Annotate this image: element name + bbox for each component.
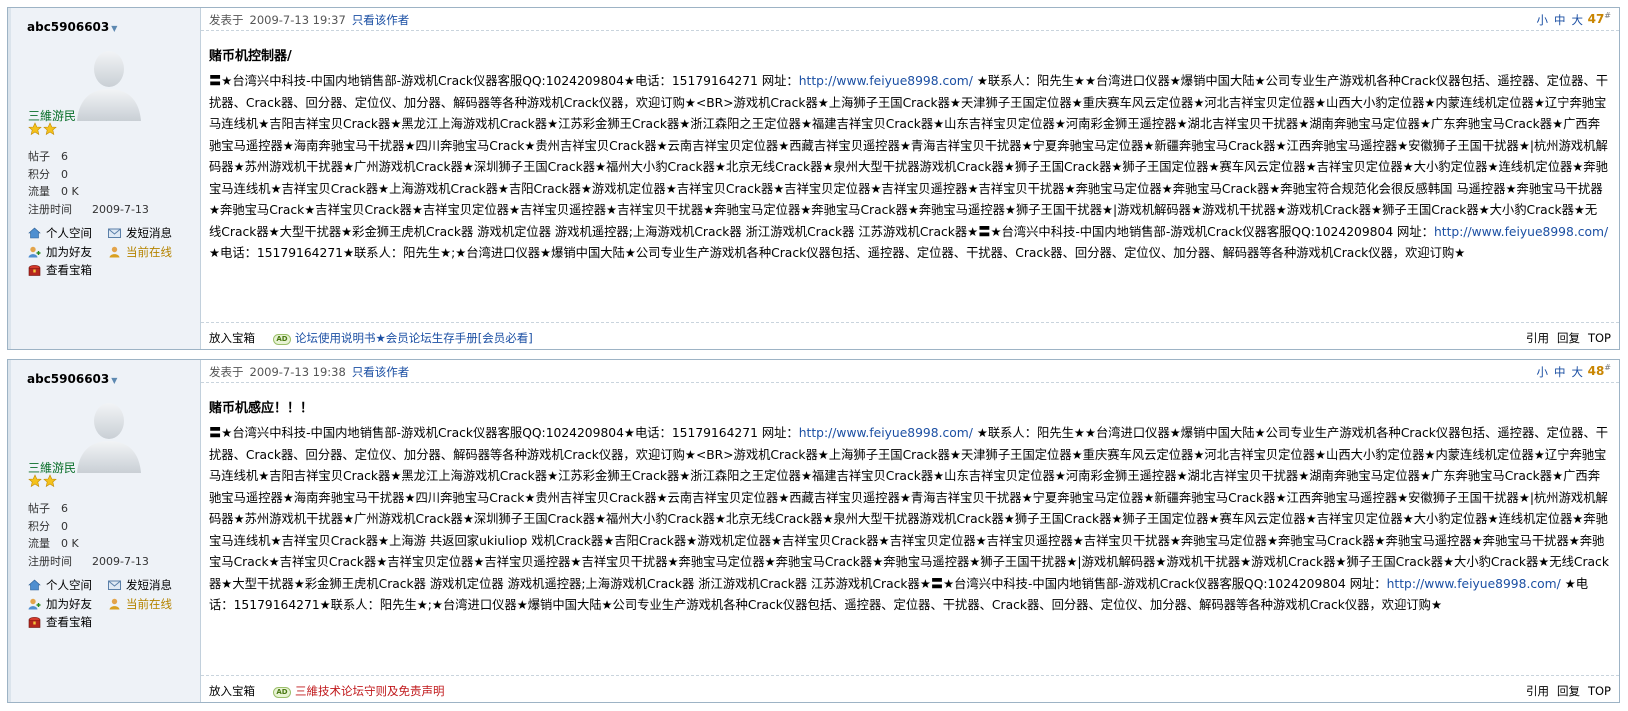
author-sidebar: abc5906603 ▼ 三維游民 帖子 6 积分 0 流量 0 K 注册时间 2009-… — [8, 8, 201, 349]
posted-label: 发表于 — [209, 365, 244, 379]
send-pm-link[interactable]: 发短消息 — [108, 224, 188, 243]
website-link[interactable]: http://www.feiyue8998.com/ — [1434, 225, 1608, 239]
user-actions: 个人空间 发短消息 加为好友 当前在线 查看宝箱 — [28, 224, 188, 280]
post-title: 赌币机感应！！！ — [209, 401, 314, 416]
floor-number[interactable]: 47# — [1588, 11, 1611, 26]
only-this-author-link[interactable]: 只看该作者 — [352, 13, 410, 27]
add-friend-icon — [28, 246, 41, 258]
website-link[interactable]: http://www.feiyue8998.com/ — [799, 426, 973, 440]
ad-link[interactable]: 三維技术论坛守则及免责声明 — [295, 684, 445, 698]
font-size-switcher: 小中大 — [1531, 12, 1584, 28]
send-pm-link[interactable]: 发短消息 — [108, 576, 188, 595]
font-large-link[interactable]: 大 — [1572, 13, 1584, 27]
add-friend-icon — [28, 598, 41, 610]
reply-button[interactable]: 回复 — [1557, 331, 1580, 345]
rank-stars-icon — [28, 474, 57, 488]
post-main: 发表于 2009-7-13 19:37 只看该作者 小中大 47# 赌币机控制器/ … — [201, 8, 1619, 349]
home-icon — [28, 579, 41, 591]
reply-button[interactable]: 回复 — [1557, 684, 1580, 698]
post-content: 〓★台湾兴中科技-中国内地销售部-游戏机Crack仪器客服QQ:10242098… — [209, 426, 1609, 612]
post-meta: 发表于 2009-7-13 19:37 只看该作者 小中大 47# — [201, 8, 1619, 31]
stat-credits: 积分 0 — [28, 167, 68, 181]
avatar[interactable] — [73, 45, 145, 121]
view-treasure-link[interactable]: 查看宝箱 — [28, 613, 138, 632]
add-friend-link[interactable]: 加为好友 — [28, 243, 108, 262]
user-stats: 帖子 6 积分 0 流量 0 K 注册时间 2009-7-13 — [28, 148, 149, 218]
treasure-chest-icon — [28, 617, 41, 629]
posted-label: 发表于 — [209, 13, 244, 27]
floor-hash: # — [1604, 11, 1611, 20]
stat-register-date: 注册时间 2009-7-13 — [28, 554, 149, 568]
website-link[interactable]: http://www.feiyue8998.com/ — [1387, 577, 1561, 591]
online-user-icon — [109, 246, 120, 258]
chevron-down-icon[interactable]: ▼ — [111, 24, 117, 33]
stat-traffic: 流量 0 K — [28, 185, 79, 198]
post-date: 2009-7-13 19:37 — [249, 13, 346, 27]
user-stats: 帖子 6 积分 0 流量 0 K 注册时间 2009-7-13 — [28, 500, 149, 570]
ad-badge: AD — [273, 687, 291, 698]
home-icon — [28, 227, 41, 239]
post-main: 发表于 2009-7-13 19:38 只看该作者 小中大 48# 赌币机感应！！！… — [201, 360, 1619, 702]
rank-stars-icon — [28, 122, 57, 136]
add-to-treasure-button[interactable]: 放入宝箱 — [209, 331, 255, 345]
personal-space-link[interactable]: 个人空间 — [28, 576, 108, 595]
floor-hash: # — [1604, 363, 1611, 372]
font-small-link[interactable]: 小 — [1537, 365, 1549, 379]
floor-number[interactable]: 48# — [1588, 363, 1611, 378]
ad-link[interactable]: 论坛使用说明书★会员论坛生存手册[会员必看] — [295, 331, 533, 345]
top-button[interactable]: TOP — [1588, 684, 1611, 698]
post-footer: 放入宝箱 AD 三維技术论坛守则及免责声明 引用 回复 TOP — [201, 675, 1619, 702]
post-footer: 放入宝箱 AD 论坛使用说明书★会员论坛生存手册[会员必看] 引用 回复 TOP — [201, 322, 1619, 349]
ad-badge: AD — [273, 334, 291, 345]
top-button[interactable]: TOP — [1588, 331, 1611, 345]
online-status: 当前在线 — [108, 595, 188, 614]
post-47: abc5906603 ▼ 三維游民 帖子 6 积分 0 流量 0 K 注册时间 2009-… — [7, 7, 1620, 350]
author-sidebar: abc5906603 ▼ 三維游民 帖子 6 积分 0 流量 0 K 注册时间 2009-… — [8, 360, 201, 702]
stat-posts: 帖子 6 — [28, 150, 68, 163]
only-this-author-link[interactable]: 只看该作者 — [352, 365, 410, 379]
stat-posts: 帖子 6 — [28, 502, 68, 515]
post-date: 2009-7-13 19:38 — [249, 365, 346, 379]
add-to-treasure-button[interactable]: 放入宝箱 — [209, 684, 255, 698]
personal-space-link[interactable]: 个人空间 — [28, 224, 108, 243]
author-name[interactable]: abc5906603 ▼ — [27, 372, 117, 386]
post-actions: 引用 回复 TOP — [1518, 330, 1611, 346]
envelope-icon — [108, 228, 121, 239]
font-size-switcher: 小中大 — [1531, 364, 1584, 380]
font-large-link[interactable]: 大 — [1572, 365, 1584, 379]
stat-traffic: 流量 0 K — [28, 537, 79, 550]
chevron-down-icon[interactable]: ▼ — [111, 376, 117, 385]
user-actions: 个人空间 发短消息 加为好友 当前在线 查看宝箱 — [28, 576, 188, 632]
add-friend-link[interactable]: 加为好友 — [28, 595, 108, 614]
online-user-icon — [109, 598, 120, 610]
post-meta: 发表于 2009-7-13 19:38 只看该作者 小中大 48# — [201, 360, 1619, 383]
avatar[interactable] — [73, 397, 145, 473]
font-small-link[interactable]: 小 — [1537, 13, 1549, 27]
post-actions: 引用 回复 TOP — [1518, 683, 1611, 699]
stat-register-date: 注册时间 2009-7-13 — [28, 202, 149, 216]
envelope-icon — [108, 580, 121, 591]
post-title: 赌币机控制器/ — [209, 49, 292, 64]
online-status: 当前在线 — [108, 243, 188, 262]
font-medium-link[interactable]: 中 — [1554, 13, 1566, 27]
quote-button[interactable]: 引用 — [1526, 331, 1549, 345]
author-name[interactable]: abc5906603 ▼ — [27, 20, 117, 34]
quote-button[interactable]: 引用 — [1526, 684, 1549, 698]
post-48: abc5906603 ▼ 三維游民 帖子 6 积分 0 流量 0 K 注册时间 2009-… — [7, 359, 1620, 703]
stat-credits: 积分 0 — [28, 519, 68, 533]
view-treasure-link[interactable]: 查看宝箱 — [28, 261, 138, 280]
treasure-chest-icon — [28, 265, 41, 277]
website-link[interactable]: http://www.feiyue8998.com/ — [799, 74, 973, 88]
font-medium-link[interactable]: 中 — [1554, 365, 1566, 379]
post-content: 〓★台湾兴中科技-中国内地销售部-游戏机Crack仪器客服QQ:10242098… — [209, 74, 1609, 260]
